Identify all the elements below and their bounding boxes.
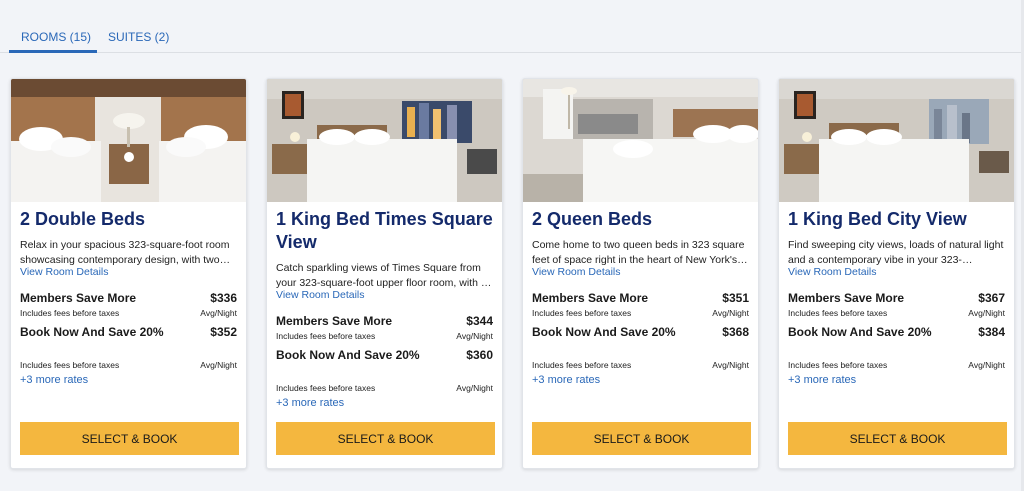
select-and-book-button[interactable]: SELECT & BOOK [276, 422, 495, 455]
tab-suites[interactable]: SUITES (2) [108, 30, 169, 44]
rate-name: Book Now And Save 20% [532, 325, 676, 339]
rate-fees-note: Includes fees before taxes [788, 360, 888, 370]
rate-price: $384 [978, 325, 1005, 339]
rate-price: $360 [466, 348, 493, 362]
rate-price: $367 [978, 291, 1005, 305]
select-and-book-button[interactable]: SELECT & BOOK [788, 422, 1007, 455]
rate-unit: Avg/Night [968, 360, 1005, 370]
room-card: 2 Queen Beds Come home to two queen beds… [522, 78, 759, 469]
tab-rooms[interactable]: ROOMS (15) [21, 30, 91, 44]
rate-unit: Avg/Night [200, 308, 237, 318]
rate-fees-note: Includes fees before taxes [20, 308, 120, 318]
rate-fees-note: Includes fees before taxes [20, 360, 120, 370]
rate-unit: Avg/Night [712, 308, 749, 318]
room-description: Come home to two queen beds in 323 squar… [532, 239, 748, 266]
rate-name: Book Now And Save 20% [788, 325, 932, 339]
rate-fees-note: Includes fees before taxes [276, 383, 376, 393]
room-title: 2 Double Beds [20, 209, 146, 229]
room-title: 1 King Bed City View [788, 209, 967, 229]
rate-price: $368 [722, 325, 749, 339]
more-rates-link[interactable]: +3 more rates [276, 397, 344, 409]
room-card: 1 King Bed City View Find sweeping city … [778, 78, 1015, 469]
room-type-tabs: ROOMS (15) SUITES (2) [0, 0, 1024, 53]
rate-name: Book Now And Save 20% [276, 348, 420, 362]
room-photo[interactable] [523, 79, 758, 202]
room-title: 2 Queen Beds [532, 209, 653, 229]
rate-fees-note: Includes fees before taxes [532, 308, 632, 318]
rate-unit: Avg/Night [968, 308, 1005, 318]
room-card: 1 King Bed Times Square View Catch spark… [266, 78, 503, 469]
select-and-book-button[interactable]: SELECT & BOOK [532, 422, 751, 455]
rate-fees-note: Includes fees before taxes [788, 308, 888, 318]
rate-unit: Avg/Night [712, 360, 749, 370]
room-photo[interactable] [779, 79, 1014, 202]
room-photo[interactable] [11, 79, 246, 202]
more-rates-link[interactable]: +3 more rates [532, 374, 600, 386]
view-room-details-link[interactable]: View Room Details [788, 266, 877, 278]
rate-name: Members Save More [788, 291, 905, 305]
rate-unit: Avg/Night [456, 331, 493, 341]
room-photo[interactable] [267, 79, 502, 202]
view-room-details-link[interactable]: View Room Details [532, 266, 621, 278]
rate-name: Book Now And Save 20% [20, 325, 164, 339]
rate-unit: Avg/Night [200, 360, 237, 370]
rate-name: Members Save More [276, 314, 393, 328]
room-description: Relax in your spacious 323-square-foot r… [20, 239, 231, 266]
rate-name: Members Save More [20, 291, 137, 305]
rate-price: $352 [210, 325, 237, 339]
select-and-book-button[interactable]: SELECT & BOOK [20, 422, 239, 455]
room-title: 1 King Bed Times Square View [276, 209, 493, 252]
rate-fees-note: Includes fees before taxes [276, 331, 376, 341]
room-description: Find sweeping city views, loads of natur… [788, 239, 1004, 266]
rate-price: $351 [722, 291, 749, 305]
view-room-details-link[interactable]: View Room Details [20, 266, 109, 278]
rate-fees-note: Includes fees before taxes [532, 360, 632, 370]
room-card: 2 Double Beds Relax in your spacious 323… [10, 78, 247, 469]
rate-name: Members Save More [532, 291, 649, 305]
active-tab-indicator [9, 50, 97, 53]
view-room-details-link[interactable]: View Room Details [276, 289, 365, 301]
more-rates-link[interactable]: +3 more rates [20, 374, 88, 386]
more-rates-link[interactable]: +3 more rates [788, 374, 856, 386]
rate-price: $336 [210, 291, 237, 305]
rate-unit: Avg/Night [456, 383, 493, 393]
rate-price: $344 [466, 314, 493, 328]
room-description: Catch sparkling views of Times Square fr… [276, 262, 492, 289]
